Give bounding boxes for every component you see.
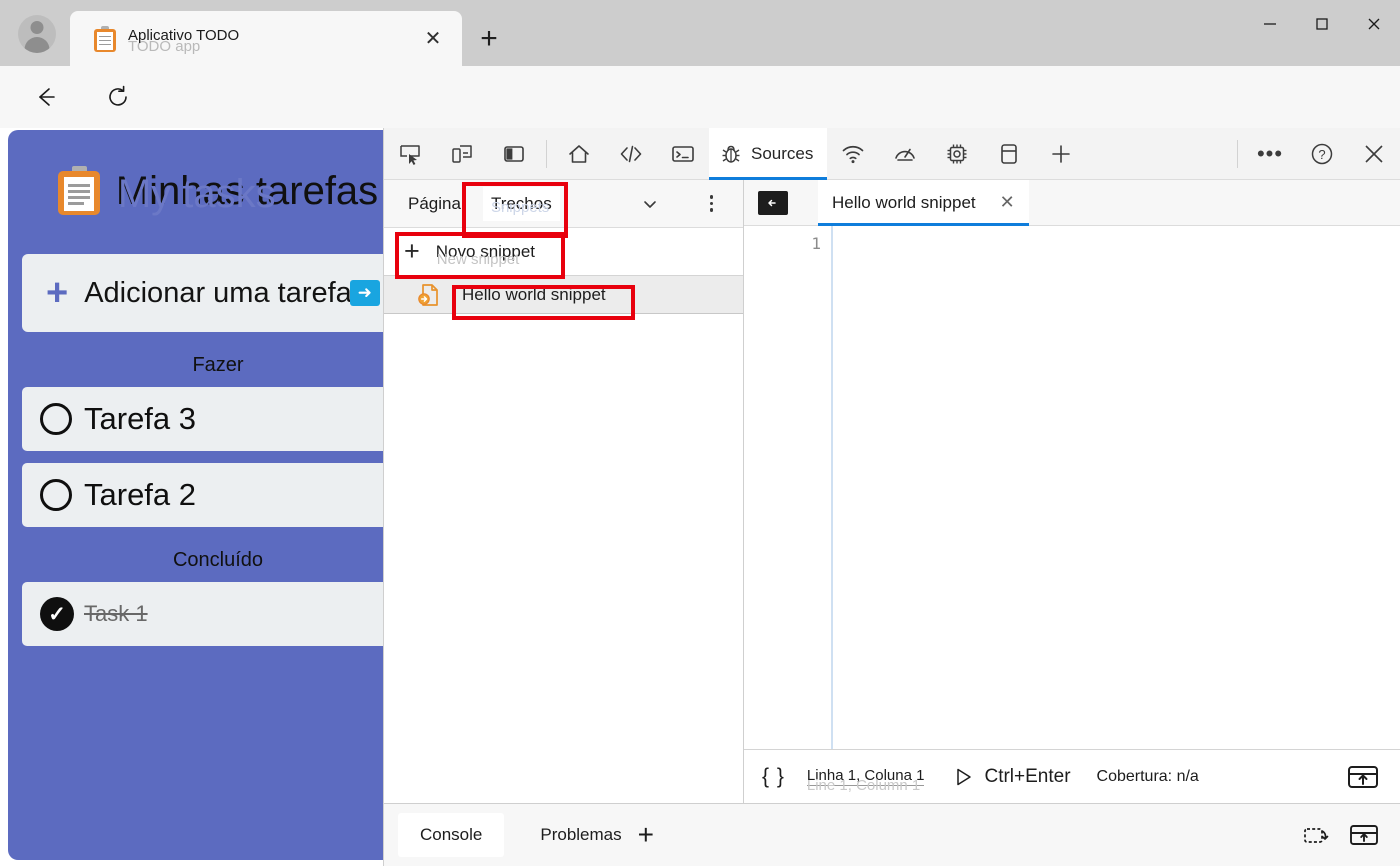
drawer-tab-console[interactable]: Console — [398, 813, 505, 857]
application-storage-icon[interactable] — [983, 129, 1035, 179]
add-task-label: Adicionar uma tarefa — [84, 276, 352, 309]
close-icon[interactable]: ✕ — [1000, 192, 1015, 213]
bug-icon — [719, 142, 743, 166]
chevron-down-icon[interactable] — [641, 195, 659, 213]
console-terminal-icon[interactable] — [657, 129, 709, 179]
performance-gauge-icon[interactable] — [879, 129, 931, 179]
snippet-name: Hello world snippet — [462, 284, 606, 304]
browser-tab[interactable]: TODO app Aplicativo TODO ✕ — [70, 11, 462, 66]
clipboard-icon — [57, 166, 100, 216]
task-item[interactable]: Tarefa 3 — [22, 387, 383, 451]
plus-icon: + — [404, 236, 420, 266]
minimize-button[interactable] — [1244, 0, 1296, 48]
task-item[interactable]: Tarefa 2 — [22, 463, 383, 527]
maximize-button[interactable] — [1296, 0, 1348, 48]
todo-header: My tasks Minhas tarefas — [8, 166, 383, 216]
tab-sources[interactable]: Sources — [709, 127, 828, 180]
submit-arrow-icon[interactable]: ➜ — [349, 280, 380, 306]
coverage-status: Cobertura: n/a — [1096, 767, 1199, 785]
close-window-button[interactable] — [1348, 0, 1400, 48]
more-options-icon[interactable] — [709, 195, 713, 212]
devtools-body: Página Trechos Snippets + Novo snippet N… — [384, 179, 1400, 803]
play-icon — [952, 766, 974, 788]
section-heading-todo: Fazer — [192, 354, 244, 376]
back-button[interactable] — [26, 77, 66, 117]
export-icon[interactable] — [1346, 764, 1380, 790]
task-label: Tarefa 2 — [84, 477, 197, 512]
elements-code-icon[interactable] — [605, 129, 657, 179]
plus-icon: + — [46, 272, 69, 314]
collapse-sidebar-icon[interactable] — [758, 190, 788, 215]
subtab-page[interactable]: Página — [400, 187, 469, 221]
help-icon[interactable]: ? — [1296, 129, 1348, 179]
line-number-gutter: 1 — [744, 226, 832, 749]
add-task-input[interactable]: + Adicionar uma tarefa ➜ — [22, 254, 383, 332]
new-tab-button[interactable]: + — [470, 20, 508, 58]
toolbar-divider — [1237, 139, 1238, 168]
navigator-subtabs: Página Trechos Snippets — [384, 180, 743, 228]
task-checked-icon[interactable]: ✓ — [40, 597, 74, 631]
new-snippet-ghost: New snippet — [436, 250, 520, 268]
cursor-position-ghost: Line 1, Column 1 — [806, 777, 921, 794]
sources-navigator: Página Trechos Snippets + Novo snippet N… — [384, 180, 744, 803]
new-snippet-label: Novo snippet New snippet — [435, 241, 536, 268]
close-devtools-icon[interactable] — [1348, 129, 1400, 179]
pretty-print-button[interactable]: { } — [762, 765, 785, 789]
devtools-drawer: Console Problemas + — [384, 803, 1400, 866]
page-viewport: My tasks Minhas tarefas + Adicionar uma … — [0, 128, 383, 866]
editor-tabbar: Hello world snippet ✕ — [744, 179, 1400, 226]
title-bar: TODO app Aplicativo TODO ✕ + — [0, 0, 1400, 66]
reload-button[interactable] — [98, 77, 138, 117]
browser-window: TODO app Aplicativo TODO ✕ + My tasks Mi… — [0, 0, 1400, 866]
run-shortcut-label: Ctrl+Enter — [984, 765, 1071, 787]
todo-title-ghost: My tasks — [117, 172, 276, 216]
subtab-snippets[interactable]: Trechos Snippets — [482, 186, 560, 221]
add-drawer-tab-button[interactable]: + — [638, 819, 654, 851]
editor-tab-label: Hello world snippet — [832, 192, 976, 212]
task-label: Tarefa 3 — [84, 401, 197, 436]
section-heading-done: Concluído — [172, 549, 264, 571]
snippet-list-item[interactable]: Hello world snippet — [384, 276, 743, 314]
clipboard-icon — [94, 25, 116, 52]
window-controls — [1244, 0, 1400, 48]
devtools-panel: Sources ••• ? Página Trechos Snippets + … — [383, 127, 1400, 866]
dock-side-icon[interactable] — [488, 129, 540, 179]
editor-status-bar: { } Linha 1, Coluna 1 Line 1, Column 1 C… — [744, 749, 1400, 803]
inspect-element-icon[interactable] — [384, 129, 436, 179]
task-item[interactable]: ✓ Task 1 — [22, 582, 383, 646]
code-content[interactable] — [832, 226, 1400, 749]
task-label: Task 1 — [84, 601, 148, 626]
snippet-editor: Hello world snippet ✕ 1 { } Linha 1, Col… — [744, 179, 1400, 803]
new-snippet-button[interactable]: + Novo snippet New snippet — [384, 228, 743, 276]
navigation-bar: https://microsoftedge.github.io/Demos/de… — [0, 66, 1400, 185]
network-wifi-icon[interactable] — [827, 129, 879, 179]
svg-text:?: ? — [1318, 147, 1325, 162]
more-options-icon[interactable]: ••• — [1244, 129, 1296, 179]
editor-area[interactable]: 1 — [744, 226, 1400, 749]
run-snippet-button[interactable]: Ctrl+Enter — [952, 765, 1071, 788]
add-panel-plus-icon[interactable] — [1035, 129, 1087, 179]
device-toolbar-icon[interactable] — [436, 129, 488, 179]
editor-tab-snippet[interactable]: Hello world snippet ✕ — [818, 179, 1029, 226]
devtools-toolbar: Sources ••• ? — [384, 127, 1400, 180]
drawer-tab-issues[interactable]: Problemas — [518, 813, 643, 857]
task-checkbox-icon[interactable] — [40, 479, 72, 511]
avatar — [18, 15, 56, 53]
subtab-snippets-ghost: Snippets — [490, 198, 550, 216]
task-checkbox-icon[interactable] — [40, 403, 72, 435]
line-number: 1 — [811, 234, 821, 253]
tab-sources-label: Sources — [751, 143, 814, 163]
tab-title: Aplicativo TODO — [128, 26, 240, 44]
home-icon[interactable] — [553, 129, 605, 179]
show-drawer-icon[interactable] — [1349, 823, 1379, 847]
snippet-file-icon — [416, 282, 442, 308]
toolbar-divider — [546, 139, 547, 168]
drawer-actions — [1303, 823, 1379, 847]
todo-app-panel: My tasks Minhas tarefas + Adicionar uma … — [8, 130, 383, 860]
restore-drawer-icon[interactable] — [1303, 823, 1331, 847]
profile-button[interactable] — [8, 8, 66, 60]
cursor-position[interactable]: Linha 1, Coluna 1 Line 1, Column 1 — [806, 767, 925, 794]
close-icon[interactable]: ✕ — [416, 22, 450, 56]
memory-chip-icon[interactable] — [931, 129, 983, 179]
